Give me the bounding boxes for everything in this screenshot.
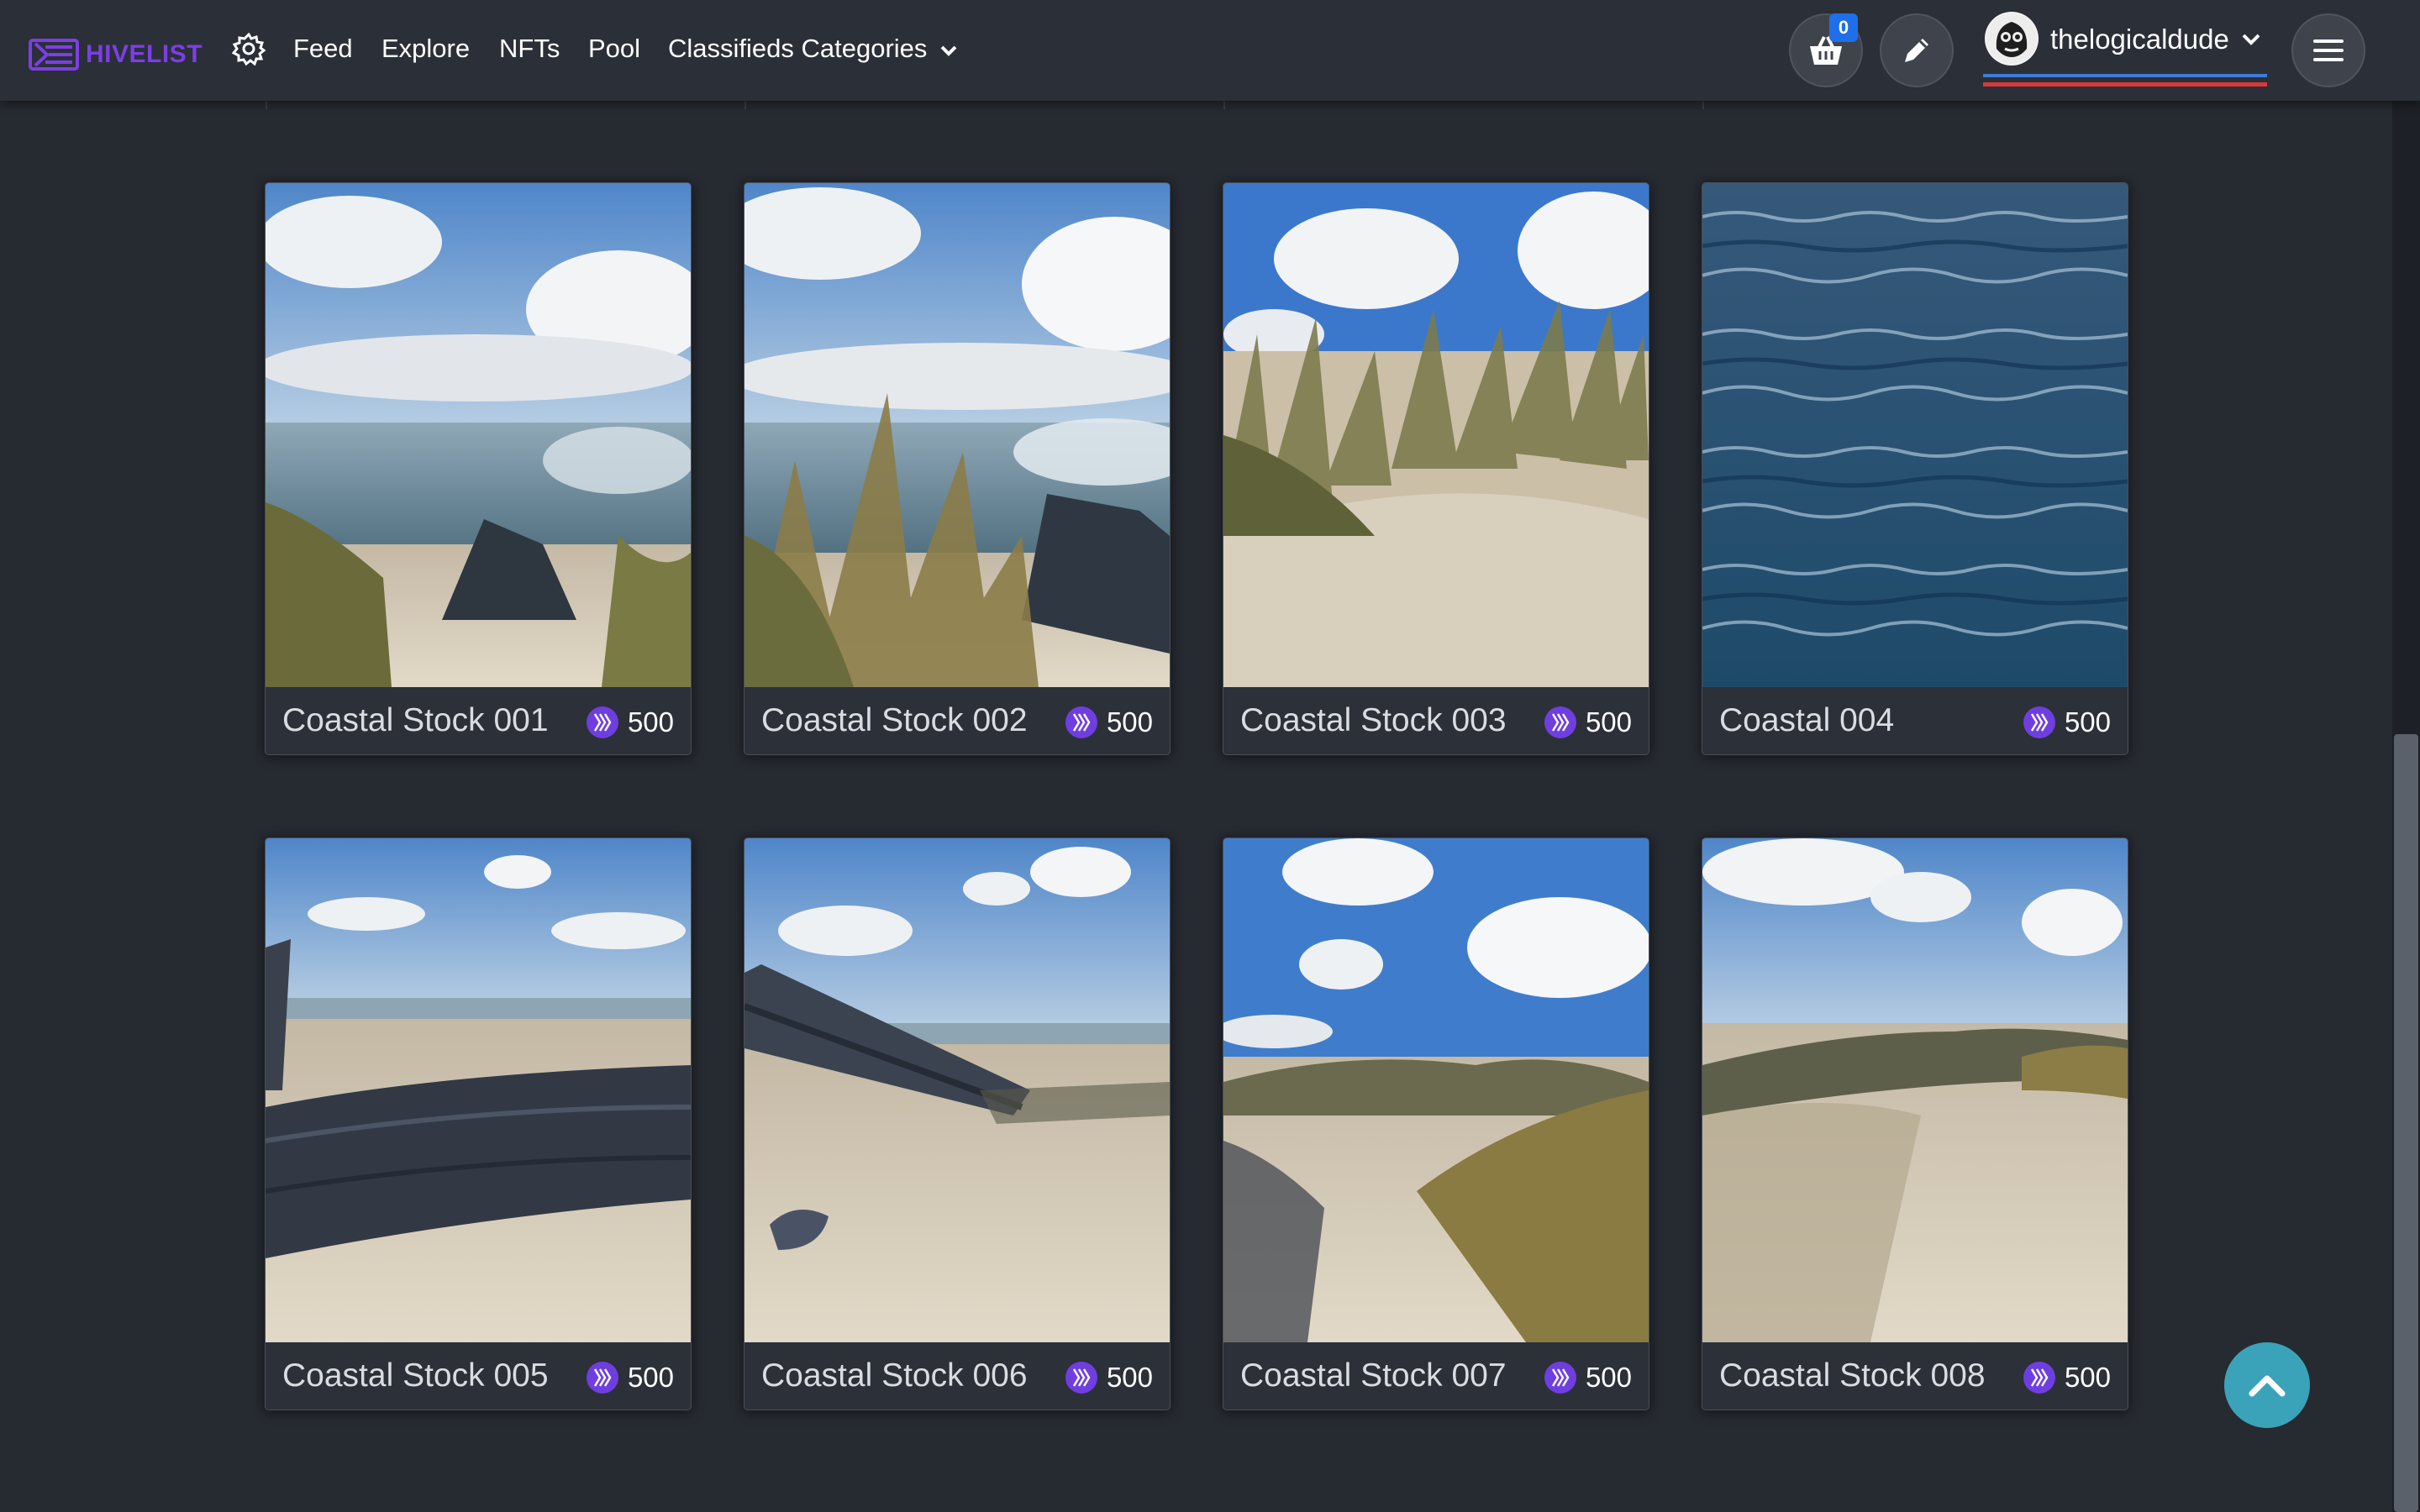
price-value: 500 [2064,706,2111,738]
listing-card[interactable]: Coastal Stock 002 500 [744,182,1171,755]
chevron-up-icon [2249,1375,2286,1397]
price-value: 500 [1106,1362,1153,1393]
price-value: 500 [1585,1362,1632,1393]
hive-coin-icon [1065,1362,1097,1394]
listing-price: 500 [1065,1361,1153,1394]
hivelist-logo-icon [29,39,79,71]
nav-explore[interactable]: Explore [381,34,470,64]
listing-price: 500 [1065,706,1153,739]
listing-card[interactable]: Coastal Stock 003 500 [1223,182,1649,755]
nav-categories-label: Classifieds Categories [668,34,928,63]
user-menu[interactable]: thelogicaldude [1983,12,2267,89]
listing-image [1702,183,2128,687]
scrollbar-thumb[interactable] [2394,734,2418,1512]
hamburger-icon [2313,39,2344,61]
listing-image [1223,183,1649,687]
username: thelogicaldude [2050,24,2229,55]
price-value: 500 [1585,706,1632,738]
listing-card[interactable]: Coastal Stock 008 500 [1702,837,2128,1410]
listing-title: Coastal Stock 007 [1240,1357,1507,1394]
chevron-down-icon [940,45,957,56]
card-edge-remnant [266,101,267,109]
user-underline-blue [1983,74,2267,77]
listing-card[interactable]: Coastal Stock 005 500 [265,837,692,1410]
gear-icon[interactable] [232,32,266,66]
listing-price: 500 [2023,706,2111,739]
chevron-down-icon [2242,34,2260,45]
listing-card[interactable]: Coastal Stock 001 500 [265,182,692,755]
listing-price: 500 [1544,1361,1632,1394]
nav-feed[interactable]: Feed [293,34,353,64]
listing-image [266,183,691,687]
listing-image [1702,838,2128,1342]
listing-title: Coastal Stock 003 [1240,702,1507,738]
listing-card[interactable]: Coastal 004 500 [1702,182,2128,755]
listing-price: 500 [586,706,674,739]
listing-title: Coastal Stock 006 [761,1357,1028,1394]
cart-button[interactable]: 0 [1789,13,1863,87]
compose-button[interactable] [1880,13,1954,87]
pencil-icon [1905,39,1928,62]
nav-nfts[interactable]: NFTs [499,34,560,64]
listing-title: Coastal Stock 001 [282,702,549,738]
listing-price: 500 [586,1361,674,1394]
listing-title: Coastal 004 [1719,702,1895,738]
listing-price: 500 [1544,706,1632,739]
card-edge-remnant [744,101,746,109]
hive-coin-icon [1544,1362,1576,1394]
cart-count-badge: 0 [1829,13,1858,42]
price-value: 500 [2064,1362,2111,1393]
price-value: 500 [627,706,674,738]
listing-title: Coastal Stock 005 [282,1357,549,1394]
hive-coin-icon [2023,706,2055,738]
listing-card[interactable]: Coastal Stock 006 500 [744,837,1171,1410]
listing-image [744,183,1170,687]
menu-button[interactable] [2291,13,2365,87]
listing-image [1223,838,1649,1342]
hive-coin-icon [586,1362,618,1394]
price-value: 500 [627,1362,674,1393]
user-underline-red [1983,82,2267,87]
price-value: 500 [1106,706,1153,738]
brand-name: HIVELIST [86,40,203,68]
nav-classifieds-categories[interactable]: Classifieds Categories [668,34,958,64]
hive-coin-icon [2023,1362,2055,1394]
avatar [1985,12,2039,66]
listing-image [744,838,1170,1342]
listing-title: Coastal Stock 002 [761,702,1028,738]
listing-price: 500 [2023,1361,2111,1394]
brand-logo[interactable]: HIVELIST [29,37,203,72]
listing-card[interactable]: Coastal Stock 007 500 [1223,837,1649,1410]
hive-coin-icon [1065,706,1097,738]
listing-image [266,838,691,1342]
hive-coin-icon [586,706,618,738]
hive-coin-icon [1544,706,1576,738]
card-edge-remnant [1702,101,1704,109]
listing-title: Coastal Stock 008 [1719,1357,1986,1394]
card-edge-remnant [1223,101,1225,109]
nav-pool[interactable]: Pool [588,34,640,64]
back-to-top-button[interactable] [2224,1342,2310,1428]
top-navbar: HIVELIST Feed Explore NFTs Pool Classifi… [0,0,2420,101]
